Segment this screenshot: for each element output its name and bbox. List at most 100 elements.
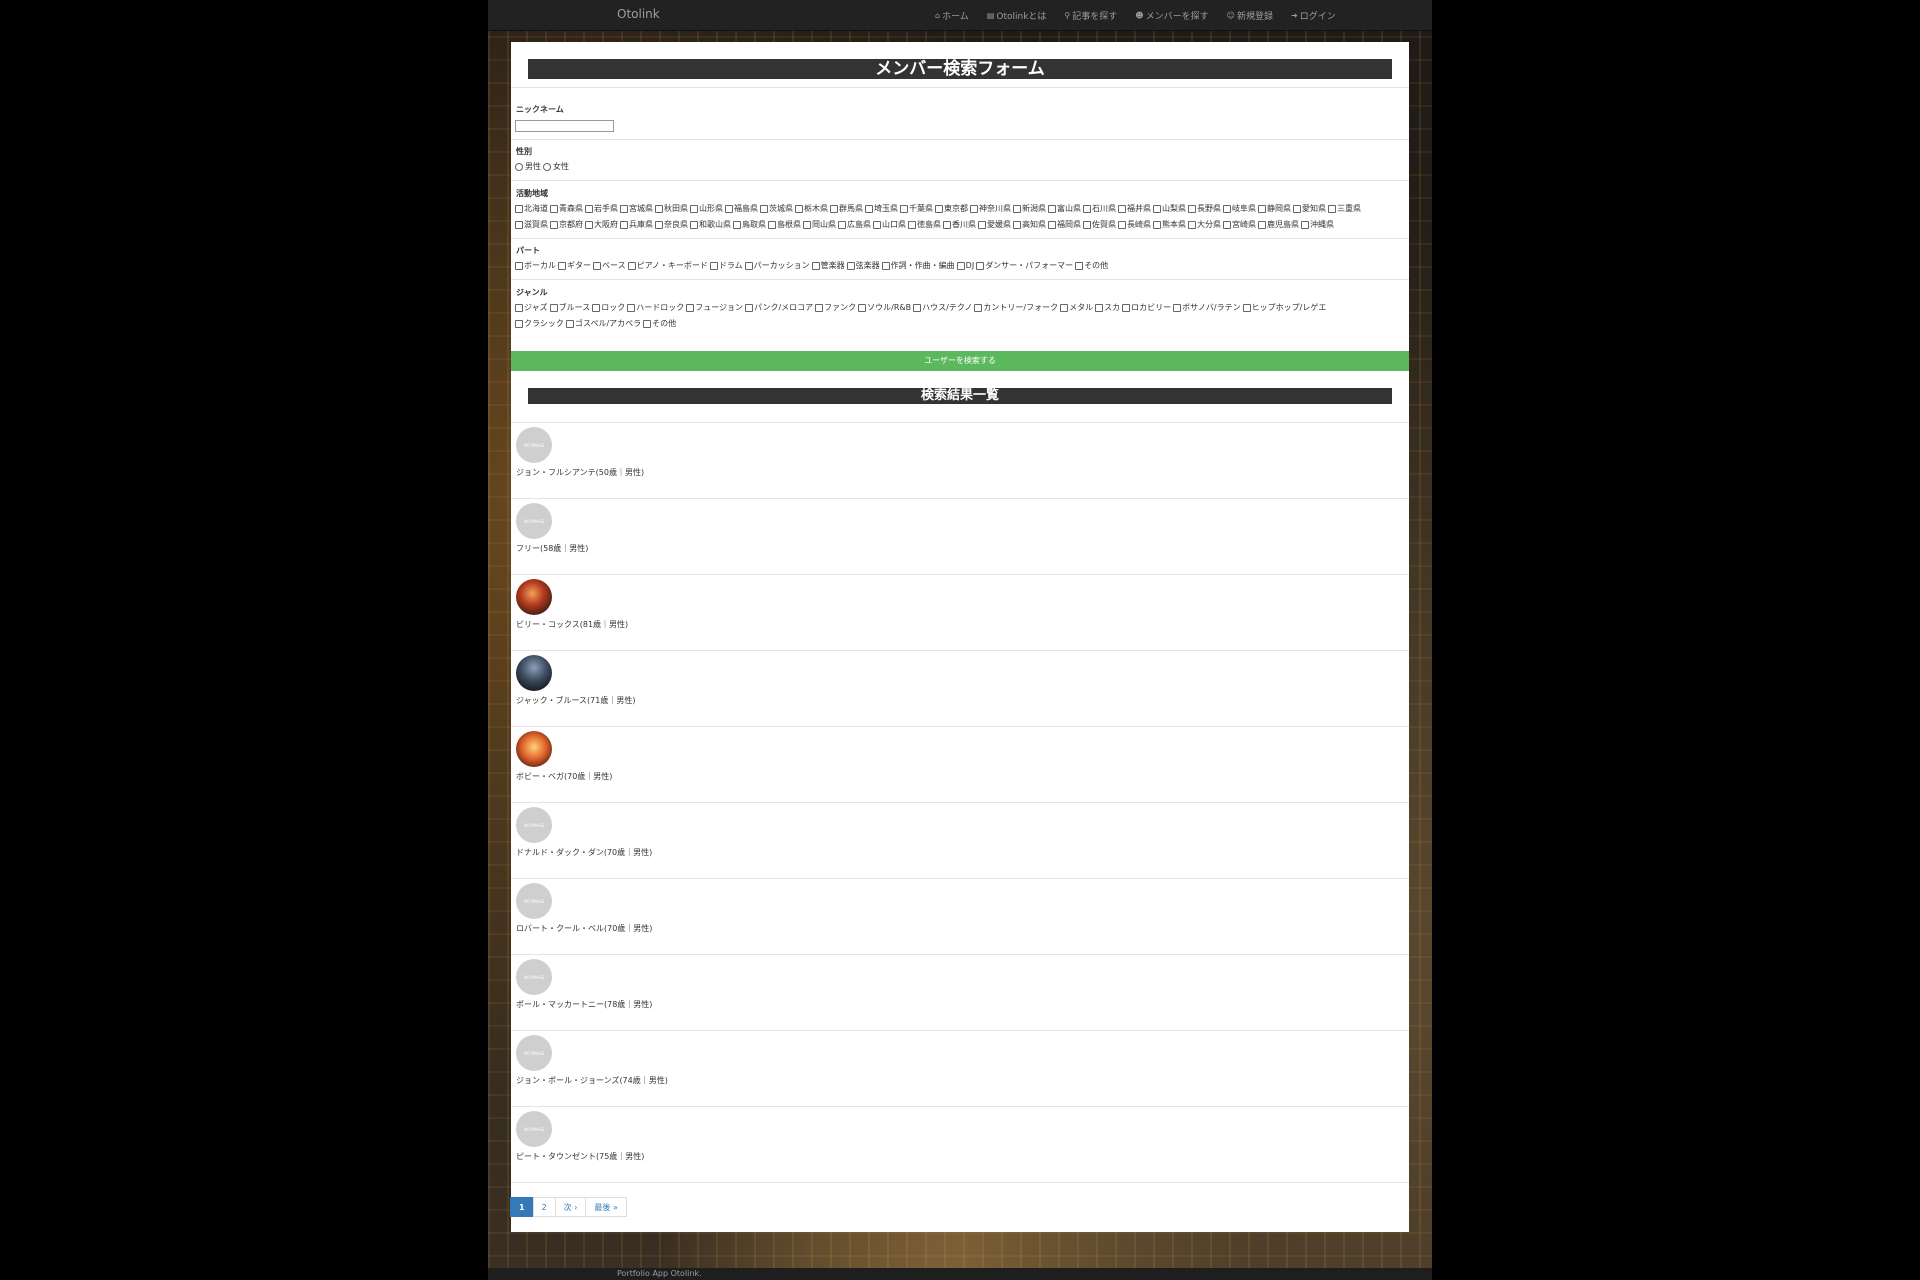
checkbox[interactable] [1188,204,1196,213]
checkbox[interactable] [846,261,855,270]
checkbox[interactable] [690,204,698,213]
checkbox[interactable] [565,319,574,328]
checkbox[interactable] [515,319,523,328]
part-option[interactable]: ボーカル [515,260,556,271]
genre-option[interactable]: ハードロック [627,302,684,313]
genre-option[interactable]: ロック [592,302,625,313]
nav-link-3[interactable]: ☻ メンバーを探す [1126,9,1217,22]
checkbox[interactable] [815,303,824,312]
region-option[interactable]: 石川県 [1083,203,1116,214]
region-option[interactable]: 大分県 [1188,219,1221,230]
user-name-link[interactable]: ジョン・ポール・ジョーンズ(74歳｜男性) [516,1075,668,1086]
user-name-link[interactable]: ピート・タウンゼント(75歳｜男性) [516,1151,644,1162]
region-option[interactable]: 長野県 [1188,203,1221,214]
user-avatar[interactable] [516,655,552,691]
checkbox[interactable] [935,204,943,213]
checkbox[interactable] [838,220,846,229]
region-option[interactable]: 北海道 [515,203,548,214]
genre-option[interactable]: メタル [1060,302,1093,313]
part-option[interactable]: 作詞・作曲・編曲 [881,260,955,271]
part-option[interactable]: その他 [1075,260,1108,271]
region-option[interactable]: 大阪府 [585,219,618,230]
region-option[interactable]: 岡山県 [803,219,836,230]
user-name-link[interactable]: ジャック・ブルース(71歳｜男性) [516,695,635,706]
region-option[interactable]: 宮崎県 [1223,219,1256,230]
region-option[interactable]: 新潟県 [1013,203,1046,214]
region-option[interactable]: 兵庫県 [620,219,653,230]
checkbox[interactable] [811,261,820,270]
region-option[interactable]: 山梨県 [1153,203,1186,214]
checkbox[interactable] [768,220,776,229]
checkbox[interactable] [865,204,873,213]
checkbox[interactable] [858,303,867,312]
checkbox[interactable] [1118,220,1126,229]
part-option[interactable]: ダンサー・パフォーマー [976,260,1073,271]
region-option[interactable]: 福島県 [725,203,758,214]
page-link-0[interactable]: 1 [510,1197,534,1217]
checkbox[interactable] [1048,204,1056,213]
checkbox[interactable] [733,220,741,229]
checkbox[interactable] [1328,204,1336,213]
checkbox[interactable] [913,303,922,312]
checkbox[interactable] [1173,303,1182,312]
checkbox[interactable] [592,303,601,312]
region-option[interactable]: 三重県 [1328,203,1361,214]
part-option[interactable]: ドラム [709,260,743,271]
checkbox[interactable] [515,303,523,312]
checkbox[interactable] [1258,204,1266,213]
checkbox[interactable] [558,261,566,270]
genre-option[interactable]: スカ [1095,302,1120,313]
genre-option[interactable]: ボサノバ/ラテン [1173,302,1241,313]
user-avatar[interactable] [516,731,552,767]
region-option[interactable]: 徳島県 [908,219,941,230]
gender-option[interactable]: 男性 [515,161,541,172]
checkbox[interactable] [593,261,601,270]
region-option[interactable]: 沖縄県 [1301,219,1334,230]
checkbox[interactable] [1013,220,1021,229]
checkbox[interactable] [956,261,965,270]
genre-option[interactable]: ファンク [815,302,856,313]
region-option[interactable]: 埼玉県 [865,203,898,214]
user-name-link[interactable]: ポール・マッカートニー(78歳｜男性) [516,999,652,1010]
checkbox[interactable] [900,204,908,213]
region-option[interactable]: 岩手県 [585,203,618,214]
user-avatar[interactable]: NO IMAGE [516,503,552,539]
checkbox[interactable] [1122,303,1131,312]
nickname-input[interactable] [515,120,614,132]
region-option[interactable]: 熊本県 [1153,219,1186,230]
user-name-link[interactable]: ドナルド・ダック・ダン(70歳｜男性) [516,847,652,858]
genre-option[interactable]: ヒップホップ/レゲエ [1242,302,1326,313]
checkbox[interactable] [970,204,978,213]
radio-button[interactable] [515,162,523,171]
page-link-2[interactable]: 次 › [554,1197,587,1217]
page-link-3[interactable]: 最後 » [585,1197,627,1217]
checkbox[interactable] [908,220,916,229]
genre-option[interactable]: パンク/メロコア [745,302,813,313]
user-name-link[interactable]: ビリー・コックス(81歳｜男性) [516,619,628,630]
part-option[interactable]: ベース [593,260,626,271]
checkbox[interactable] [744,261,753,270]
part-option[interactable]: パーカッション [744,260,810,271]
region-option[interactable]: 山形県 [690,203,723,214]
region-option[interactable]: 福岡県 [1048,219,1081,230]
checkbox[interactable] [1242,303,1251,312]
checkbox[interactable] [873,220,881,229]
checkbox[interactable] [1153,204,1161,213]
checkbox[interactable] [549,303,558,312]
checkbox[interactable] [976,261,985,270]
checkbox[interactable] [655,204,663,213]
part-option[interactable]: ピアノ・キーボード [627,260,708,271]
region-option[interactable]: 島根県 [768,219,801,230]
checkbox[interactable] [1223,204,1231,213]
search-users-button[interactable]: ユーザーを検索する [511,351,1409,371]
genre-option[interactable]: ロカビリー [1122,302,1171,313]
checkbox[interactable] [1301,220,1309,229]
region-option[interactable]: 神奈川県 [970,203,1011,214]
checkbox[interactable] [1153,220,1161,229]
checkbox[interactable] [709,261,718,270]
checkbox[interactable] [1013,204,1021,213]
checkbox[interactable] [515,261,523,270]
checkbox[interactable] [585,204,593,213]
region-option[interactable]: 鹿児島県 [1258,219,1299,230]
region-option[interactable]: 山口県 [873,219,906,230]
